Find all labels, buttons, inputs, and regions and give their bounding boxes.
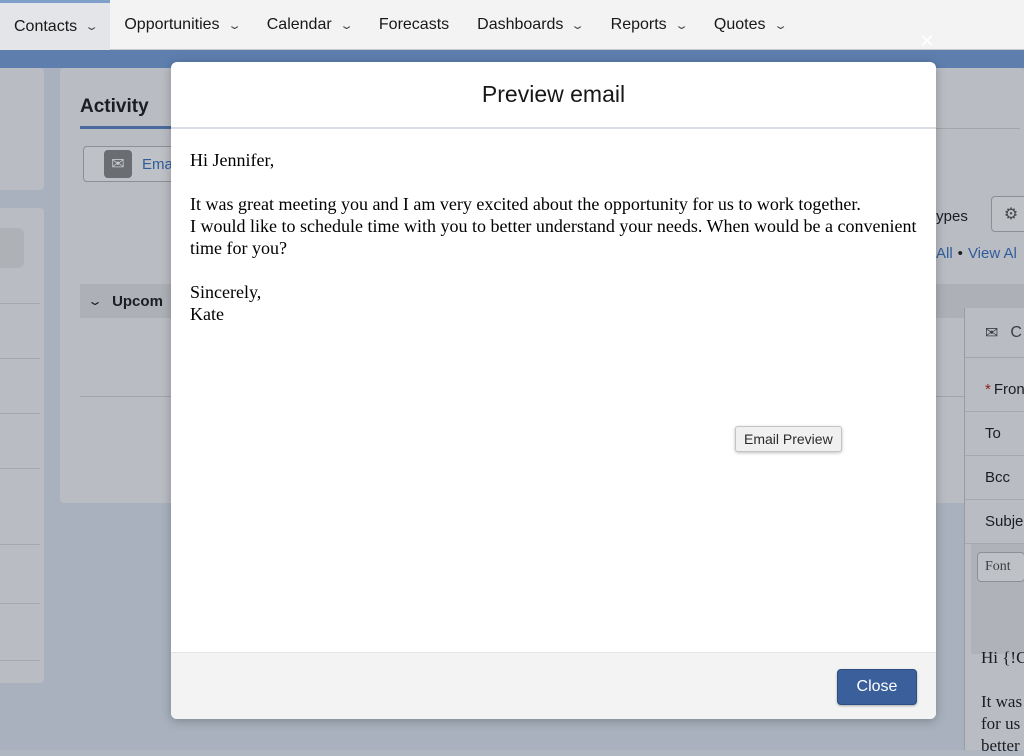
left-panel-card [0,208,44,683]
nav-tab-forecasts[interactable]: Forecasts [365,0,463,50]
close-icon[interactable]: ✕ [916,30,938,52]
settings-button[interactable]: ⚙ [991,196,1024,232]
composer-body-line[interactable]: It was [981,692,1024,712]
to-field[interactable]: To [965,412,1024,456]
from-field[interactable]: * Fron [965,368,1024,412]
composer-body-line[interactable]: for us [981,714,1024,734]
chevron-down-icon[interactable]: ⌄ [84,20,99,33]
tab-activity[interactable]: Activity [80,96,149,118]
envelope-icon: ✉ [104,150,132,178]
separator: • [957,245,963,262]
nav-tab-label: Calendar [266,16,332,33]
nav-tab-label: Quotes [713,16,766,33]
email-preview-body: Hi Jennifer, It was great meeting you an… [190,149,920,347]
composer-title: C [1010,323,1022,341]
divider [0,603,40,604]
chevron-down-icon[interactable]: ⌄ [773,19,788,32]
chevron-down-icon[interactable]: ⌄ [674,19,689,32]
view-all-link[interactable]: View Al [968,245,1017,262]
chevron-down-icon[interactable]: ⌄ [571,19,586,32]
view-all-links: All • View Al [936,245,1017,262]
divider [0,303,40,304]
email-greeting: Hi Jennifer, [190,150,275,170]
to-label: To [985,425,1001,442]
bcc-label: Bcc [985,469,1011,486]
divider [0,468,40,469]
gear-icon: ⚙ [1003,206,1019,223]
font-select[interactable]: Font [977,552,1024,582]
nav-tab-reports[interactable]: Reports ⌄ [597,0,700,50]
chevron-down-icon: ⌄ [86,294,104,308]
global-nav-bar: Contacts ⌄ Opportunities ⌄ Calendar ⌄ Fo… [0,0,1024,50]
expand-all-link[interactable]: All [936,245,953,262]
left-panel-card [0,68,44,190]
nav-tab-contacts[interactable]: Contacts ⌄ [0,0,111,50]
close-button[interactable]: Close [837,669,917,705]
email-paragraph: It was great meeting you and I am very e… [190,194,917,258]
preview-email-modal: Preview email Hi Jennifer, It was great … [171,62,936,719]
divider [0,413,40,414]
modal-footer: Close [171,652,936,719]
nav-tab-label: Reports [610,16,667,33]
nav-tab-label: Opportunities [124,16,220,33]
composer-body-line[interactable]: Hi {!C [981,648,1024,668]
left-panel-selected-item [0,228,24,268]
nav-tab-dashboards[interactable]: Dashboards ⌄ [463,0,597,50]
chevron-down-icon[interactable]: ⌄ [339,19,354,32]
divider [0,660,40,661]
upcoming-section-label: Upcom [112,292,163,310]
from-label: Fron [993,381,1024,398]
divider [0,544,40,545]
modal-title: Preview email [481,81,626,107]
required-marker: * [985,381,991,398]
filter-types-label: types [932,208,968,225]
nav-tab-label: Forecasts [378,16,450,33]
nav-tab-label: Contacts [14,17,78,35]
nav-tab-calendar[interactable]: Calendar ⌄ [253,0,365,50]
subject-label: Subje [985,513,1024,530]
tooltip: Email Preview [735,426,842,452]
bcc-field[interactable]: Bcc [965,456,1024,500]
nav-tab-label: Dashboards [477,16,564,33]
nav-tab-opportunities[interactable]: Opportunities ⌄ [110,0,252,50]
composer-body-line[interactable]: better [981,736,1024,756]
active-tab-indicator [80,126,180,129]
envelope-icon: ✉ [985,324,999,342]
subject-field[interactable]: Subje [965,500,1024,544]
chevron-down-icon[interactable]: ⌄ [227,19,242,32]
nav-tab-quotes[interactable]: Quotes ⌄ [700,0,799,50]
composer-header[interactable]: ✉ C [965,308,1024,358]
email-closing: Sincerely, Kate [190,282,262,324]
docked-email-composer: ✉ C * Fron To Bcc Subje Font Hi {!C It wa… [964,308,1024,755]
email-action-label: Ema [142,155,173,173]
modal-header: Preview email [171,62,936,129]
divider [0,358,40,359]
